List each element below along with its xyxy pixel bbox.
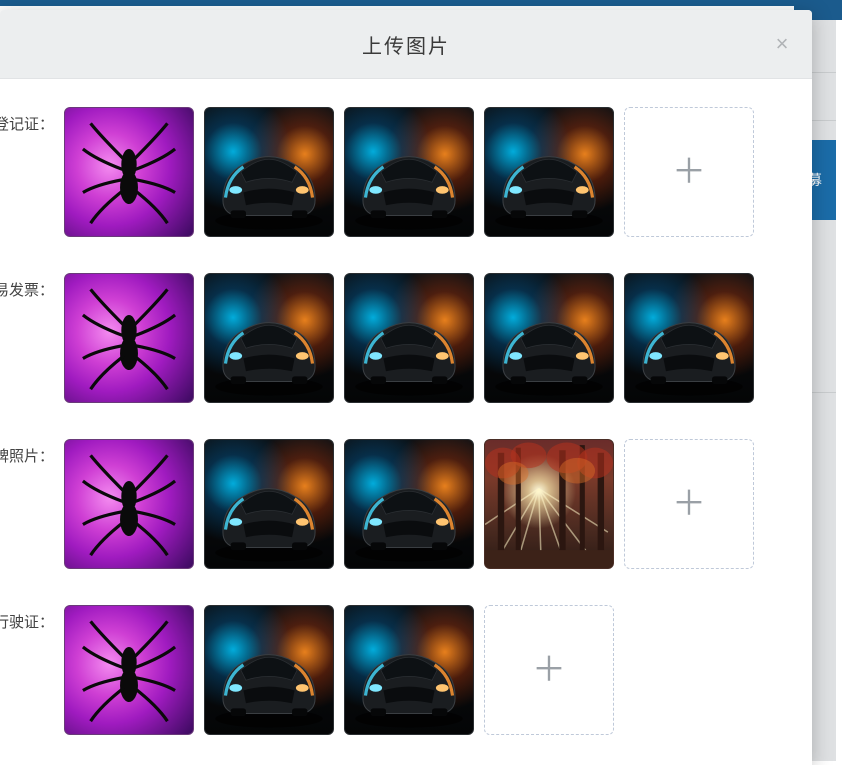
thumbnail-list — [64, 273, 754, 403]
bg-topbar-line — [0, 0, 842, 6]
spider-icon — [65, 108, 193, 236]
add-image-button[interactable]: ＋ — [624, 107, 754, 237]
thumbnail-car[interactable] — [484, 107, 614, 237]
car-icon — [345, 274, 473, 402]
upload-row-label: 牌照片： — [0, 439, 48, 466]
upload-row: 易发票： — [8, 273, 804, 403]
thumbnail-car[interactable] — [624, 273, 754, 403]
upload-row-label-text: 易发票： — [0, 279, 48, 300]
thumbnail-list: ＋ — [64, 605, 614, 735]
add-image-button[interactable]: ＋ — [484, 605, 614, 735]
thumbnail-list: ＋ — [64, 439, 754, 569]
car-icon — [205, 606, 333, 734]
bg-right-panel — [811, 20, 836, 761]
thumbnail-car[interactable] — [204, 107, 334, 237]
modal-title: 上传图片 — [362, 30, 450, 59]
car-icon — [205, 274, 333, 402]
thumbnail-forest[interactable] — [484, 439, 614, 569]
thumbnail-car[interactable] — [344, 273, 474, 403]
thumbnail-car[interactable] — [204, 439, 334, 569]
thumbnail-car[interactable] — [344, 439, 474, 569]
upload-row-label: 行驶证： — [0, 605, 48, 632]
forest-icon — [485, 440, 613, 568]
car-icon — [485, 274, 613, 402]
upload-row-label-text: 登记证： — [0, 113, 48, 134]
car-icon — [345, 440, 473, 568]
thumbnail-spider[interactable] — [64, 107, 194, 237]
close-icon[interactable]: × — [768, 30, 796, 58]
thumbnail-spider[interactable] — [64, 439, 194, 569]
car-icon — [625, 274, 753, 402]
modal-header: 上传图片 × — [0, 10, 812, 79]
thumbnail-car[interactable] — [484, 273, 614, 403]
upload-row: 登记证： — [8, 107, 804, 237]
upload-row-label: 易发票： — [0, 273, 48, 300]
thumbnail-spider[interactable] — [64, 273, 194, 403]
car-icon — [205, 440, 333, 568]
car-icon — [345, 108, 473, 236]
thumbnail-car[interactable] — [204, 273, 334, 403]
thumbnail-spider[interactable] — [64, 605, 194, 735]
spider-icon — [65, 274, 193, 402]
spider-icon — [65, 606, 193, 734]
car-icon — [345, 606, 473, 734]
upload-row-label: 登记证： — [0, 107, 48, 134]
upload-row: 行驶证： — [8, 605, 804, 735]
thumbnail-car[interactable] — [344, 605, 474, 735]
thumbnail-car[interactable] — [204, 605, 334, 735]
modal-body: 登记证： — [0, 79, 812, 765]
car-icon — [205, 108, 333, 236]
upload-row-label-text: 牌照片： — [0, 445, 48, 466]
upload-row: 牌照片： — [8, 439, 804, 569]
plus-icon: ＋ — [672, 487, 706, 521]
add-image-button[interactable]: ＋ — [624, 439, 754, 569]
plus-icon: ＋ — [672, 155, 706, 189]
upload-image-modal: 上传图片 × 登记证： — [0, 10, 812, 765]
thumbnail-car[interactable] — [344, 107, 474, 237]
plus-icon: ＋ — [532, 653, 566, 687]
upload-row-label-text: 行驶证： — [0, 611, 48, 632]
spider-icon — [65, 440, 193, 568]
car-icon — [485, 108, 613, 236]
thumbnail-list: ＋ — [64, 107, 754, 237]
